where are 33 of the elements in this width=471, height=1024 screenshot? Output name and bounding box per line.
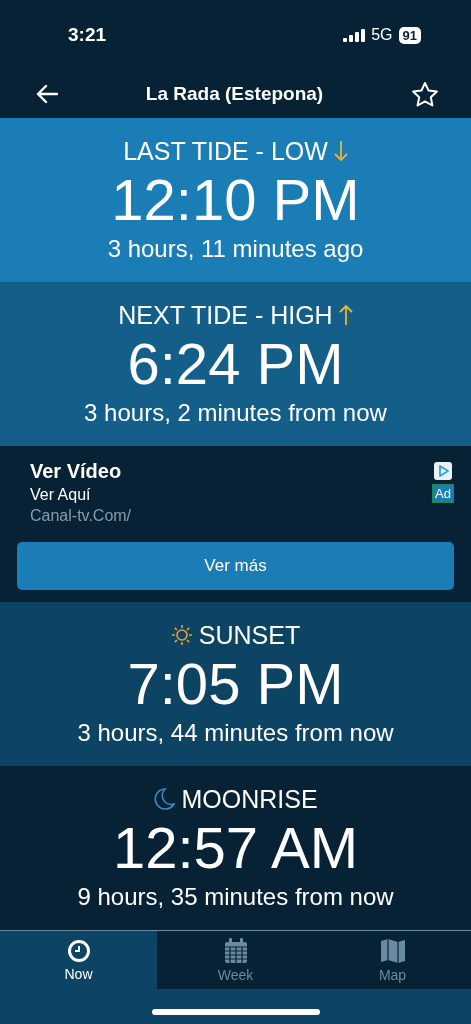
event-time: 12:57 AM <box>112 814 359 882</box>
event-label: NEXT TIDE - HIGH <box>118 300 333 330</box>
sun-icon <box>170 624 193 646</box>
location-title: La Rada (Estepona) <box>145 83 324 105</box>
calendar-icon <box>223 937 248 964</box>
tab[interactable]: Now <box>0 931 157 989</box>
signal-icon <box>343 28 366 42</box>
relative-time: 3 hours, 2 minutes from now <box>84 398 387 428</box>
event-time: 6:24 PM <box>127 330 344 398</box>
back-arrow-icon[interactable] <box>36 84 58 104</box>
map-icon <box>379 937 406 964</box>
ad-title: Ver Vídeo <box>30 460 123 483</box>
down-arrow-icon <box>333 140 348 162</box>
clock-icon <box>66 938 91 963</box>
battery-level: 91 <box>398 26 421 44</box>
star-icon[interactable] <box>411 80 439 108</box>
relative-time: 3 hours, 44 minutes from now <box>77 718 394 748</box>
ad-subtitle: Ver Aquí <box>30 486 92 504</box>
up-arrow-icon <box>338 304 353 326</box>
event-time: 7:05 PM <box>127 650 344 718</box>
event-label: LAST TIDE - LOW <box>123 136 328 166</box>
moon-icon <box>153 787 176 811</box>
see-more-button[interactable]: Ver más <box>17 542 454 590</box>
network-label: 5G <box>371 26 393 44</box>
clock-time: 3:21 <box>68 24 107 46</box>
ad-url: Canal-tv.Com/ <box>30 507 132 525</box>
play-icon[interactable] <box>434 462 453 480</box>
event-label: MOONRISE <box>181 784 318 814</box>
event-time: 12:10 PM <box>111 166 360 234</box>
relative-time: 3 hours, 11 minutes ago <box>107 234 364 264</box>
relative-time: 9 hours, 35 minutes from now <box>77 882 394 912</box>
ad-badge: Ad <box>432 484 454 503</box>
event-label: SUNSET <box>198 620 301 650</box>
